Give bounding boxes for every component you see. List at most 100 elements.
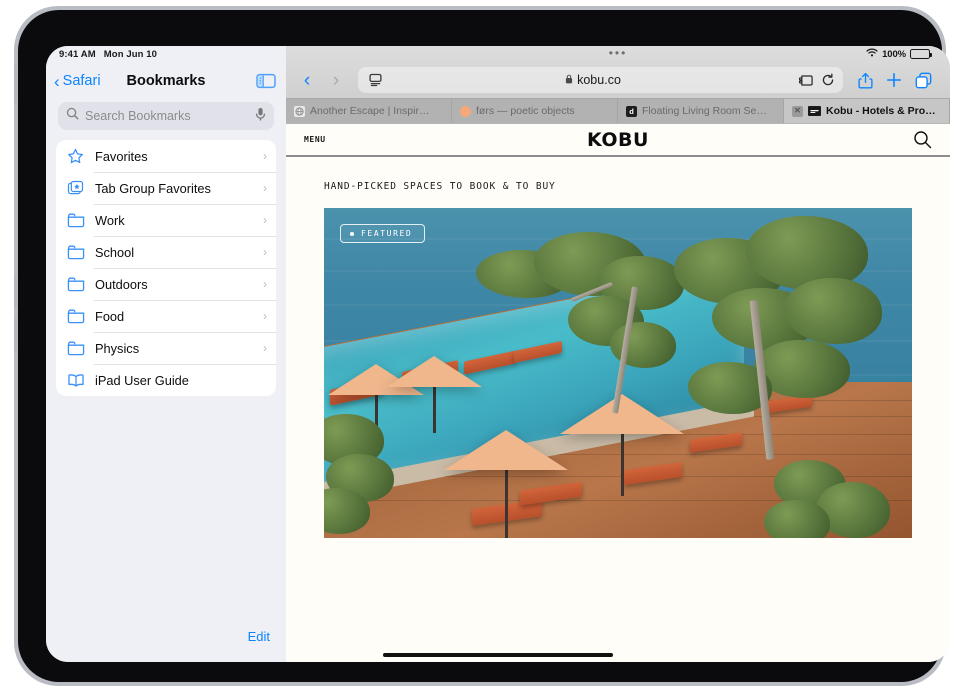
power-button[interactable] [14, 64, 17, 104]
sidebar-toggle-icon[interactable] [256, 73, 276, 89]
back-to-safari-button[interactable]: ‹ Safari [54, 73, 101, 90]
menu-button[interactable]: MENU [304, 135, 326, 144]
bookmark-item-tab-group-favorites[interactable]: Tab Group Favorites › [56, 172, 276, 204]
url-text-field[interactable]: kobu.co [387, 73, 799, 87]
chevron-right-icon: › [263, 213, 267, 227]
dezeen-d-icon: d [626, 105, 637, 117]
tree-left-foreground [324, 404, 420, 534]
chevron-right-icon: › [263, 341, 267, 355]
umbrella [444, 430, 568, 538]
featured-badge: FEATURED [340, 224, 426, 243]
status-bar-left: 9:41 AM Mon Jun 10 [46, 46, 286, 62]
window-grabber-row: ••• 100% [286, 46, 950, 62]
share-button[interactable] [852, 67, 878, 93]
bookmark-item-physics[interactable]: Physics › [56, 332, 276, 364]
globe-icon [294, 105, 305, 117]
back-button[interactable]: ‹ [294, 67, 320, 93]
page-tagline: HAND-PICKED SPACES TO BOOK & TO BUY [324, 181, 556, 192]
brand-logo: KOBU [587, 128, 649, 151]
bookmark-label: iPad User Guide [95, 372, 189, 388]
bookmark-item-food[interactable]: Food › [56, 300, 276, 332]
battery-icon [910, 49, 932, 59]
bookmark-label: Favorites [95, 148, 148, 164]
chevron-right-icon: › [263, 149, 267, 163]
browser-toolbar: ‹ › kobu.co [286, 62, 950, 98]
featured-label: FEATURED [361, 229, 413, 238]
site-header: MENU KOBU [286, 124, 950, 157]
folder-icon [66, 341, 85, 356]
chevron-right-icon: › [332, 69, 340, 91]
microphone-icon[interactable] [255, 107, 266, 126]
forward-button[interactable]: › [323, 67, 349, 93]
address-bar[interactable]: kobu.co [358, 67, 843, 93]
search-bookmarks-field[interactable] [58, 102, 274, 130]
status-bar-right: 100% [866, 48, 932, 60]
multitasking-grabber[interactable]: ••• [609, 47, 628, 59]
status-time: 9:41 AM [59, 48, 96, 60]
chevron-right-icon: › [263, 245, 267, 259]
url-text: kobu.co [577, 73, 621, 87]
battery-percentage: 100% [882, 48, 906, 60]
reload-icon[interactable] [821, 73, 835, 87]
lock-icon [565, 73, 573, 87]
tab-title: førs — poetic objects [476, 105, 575, 117]
ipad-device: 9:41 AM Mon Jun 10 ‹ Safari Bookmarks Se… [14, 6, 950, 686]
chevron-left-icon: ‹ [303, 69, 311, 91]
search-icon[interactable] [913, 130, 932, 149]
status-dot-icon [350, 231, 354, 236]
search-icon [66, 107, 79, 125]
bookmark-label: Outdoors [95, 276, 148, 292]
orange-dot-icon [460, 105, 471, 117]
extensions-icon[interactable] [799, 74, 814, 87]
tab-title: Floating Living Room Se… [642, 105, 767, 117]
sidebar-navigation-bar: ‹ Safari Bookmarks [46, 62, 286, 100]
bookmark-item-ipad-user-guide[interactable]: iPad User Guide [56, 364, 276, 396]
bookmark-label: Physics [95, 340, 140, 356]
folder-icon [66, 245, 85, 260]
bookmark-label: Work [95, 212, 125, 228]
chevron-right-icon: › [263, 181, 267, 195]
star-icon [66, 148, 85, 165]
home-indicator[interactable] [383, 653, 613, 657]
tab-group-star-icon [66, 180, 85, 197]
chevron-left-icon: ‹ [54, 71, 60, 91]
bookmark-label: School [95, 244, 135, 260]
bookmark-item-school[interactable]: School › [56, 236, 276, 268]
wifi-icon [866, 48, 878, 60]
safari-browser-pane: ••• 100% ‹ › kobu.co Another Escape | In… [286, 46, 950, 662]
tab-overview-icon [915, 72, 932, 89]
webpage-content: MENU KOBU HAND-PICKED SPACES TO BOOK & T… [286, 124, 950, 662]
browser-chrome: ••• 100% ‹ › kobu.co Another Escape | In… [286, 46, 950, 124]
folder-icon [66, 277, 85, 292]
tree-right [654, 212, 884, 472]
tab-bar: Another Escape | Inspir… førs — poetic o… [286, 98, 950, 123]
sidebar-footer: Edit [46, 616, 286, 662]
bookmark-item-work[interactable]: Work › [56, 204, 276, 236]
book-icon [66, 373, 85, 388]
hero-image[interactable]: FEATURED [324, 208, 912, 538]
device-screen-bezel: 9:41 AM Mon Jun 10 ‹ Safari Bookmarks Se… [18, 10, 950, 682]
new-tab-button[interactable] [881, 67, 907, 93]
chevron-right-icon: › [263, 277, 267, 291]
tab-another-escape[interactable]: Another Escape | Inspir… [286, 99, 452, 123]
volume-up-button[interactable] [14, 274, 17, 308]
folder-icon [66, 213, 85, 228]
kobu-icon [808, 106, 821, 116]
bookmarks-sidebar: 9:41 AM Mon Jun 10 ‹ Safari Bookmarks Se… [46, 46, 286, 662]
tab-kobu-hotels[interactable]: ✕ Kobu - Hotels & Propert… [784, 99, 950, 123]
page-settings-icon[interactable] [363, 73, 387, 87]
edit-button[interactable]: Edit [248, 629, 270, 644]
shrub-bottom-right [764, 444, 894, 538]
search-input[interactable] [85, 109, 249, 123]
tab-overview-button[interactable] [910, 67, 936, 93]
volume-down-button[interactable] [14, 318, 17, 352]
bookmark-item-favorites[interactable]: Favorites › [56, 140, 276, 172]
bookmark-label: Tab Group Favorites [95, 180, 211, 196]
close-icon[interactable]: ✕ [792, 105, 803, 117]
tab-fors-poetic-objects[interactable]: førs — poetic objects [452, 99, 618, 123]
bookmark-item-outdoors[interactable]: Outdoors › [56, 268, 276, 300]
bookmarks-list: Favorites › Tab Group Favorites › Work ›… [56, 140, 276, 396]
status-date: Mon Jun 10 [103, 48, 158, 60]
plus-icon [886, 72, 902, 88]
tab-floating-living-room[interactable]: d Floating Living Room Se… [618, 99, 784, 123]
